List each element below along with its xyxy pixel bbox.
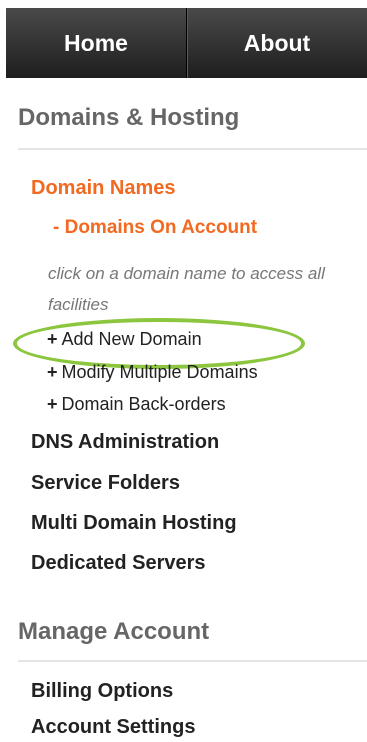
dns-administration-link[interactable]: DNS Administration	[31, 431, 219, 454]
plus-icon: +	[47, 329, 58, 349]
domain-hint-text: click on a domain name to access all fac…	[48, 264, 325, 314]
domains-on-account-link[interactable]: - Domains On Account	[53, 217, 257, 239]
top-navigation: Home About	[6, 8, 367, 78]
multi-domain-hosting-link[interactable]: Multi Domain Hosting	[31, 512, 237, 535]
plus-icon: +	[47, 394, 58, 414]
dedicated-servers-link[interactable]: Dedicated Servers	[31, 552, 206, 575]
tab-home[interactable]: Home	[6, 8, 186, 78]
service-folders-link[interactable]: Service Folders	[31, 472, 180, 495]
plus-icon: +	[47, 362, 58, 382]
sub-item-label: Domain Back-orders	[61, 394, 226, 414]
domains-hosting-heading: Domains & Hosting	[18, 104, 240, 131]
account-settings-link[interactable]: Account Settings	[31, 716, 195, 739]
sub-item-label: Modify Multiple Domains	[61, 362, 258, 382]
modify-multiple-domains-link[interactable]: + Modify Multiple Domains	[47, 362, 258, 383]
billing-options-link[interactable]: Billing Options	[31, 680, 173, 703]
add-new-domain-link[interactable]: + Add New Domain	[47, 329, 202, 350]
sub-item-label: Add New Domain	[61, 329, 202, 349]
domain-names-link[interactable]: Domain Names	[31, 177, 176, 200]
section-divider	[18, 660, 367, 662]
tab-about[interactable]: About	[186, 8, 367, 78]
domain-back-orders-link[interactable]: + Domain Back-orders	[47, 394, 226, 415]
section-divider	[18, 148, 367, 150]
manage-account-heading: Manage Account	[18, 618, 210, 645]
